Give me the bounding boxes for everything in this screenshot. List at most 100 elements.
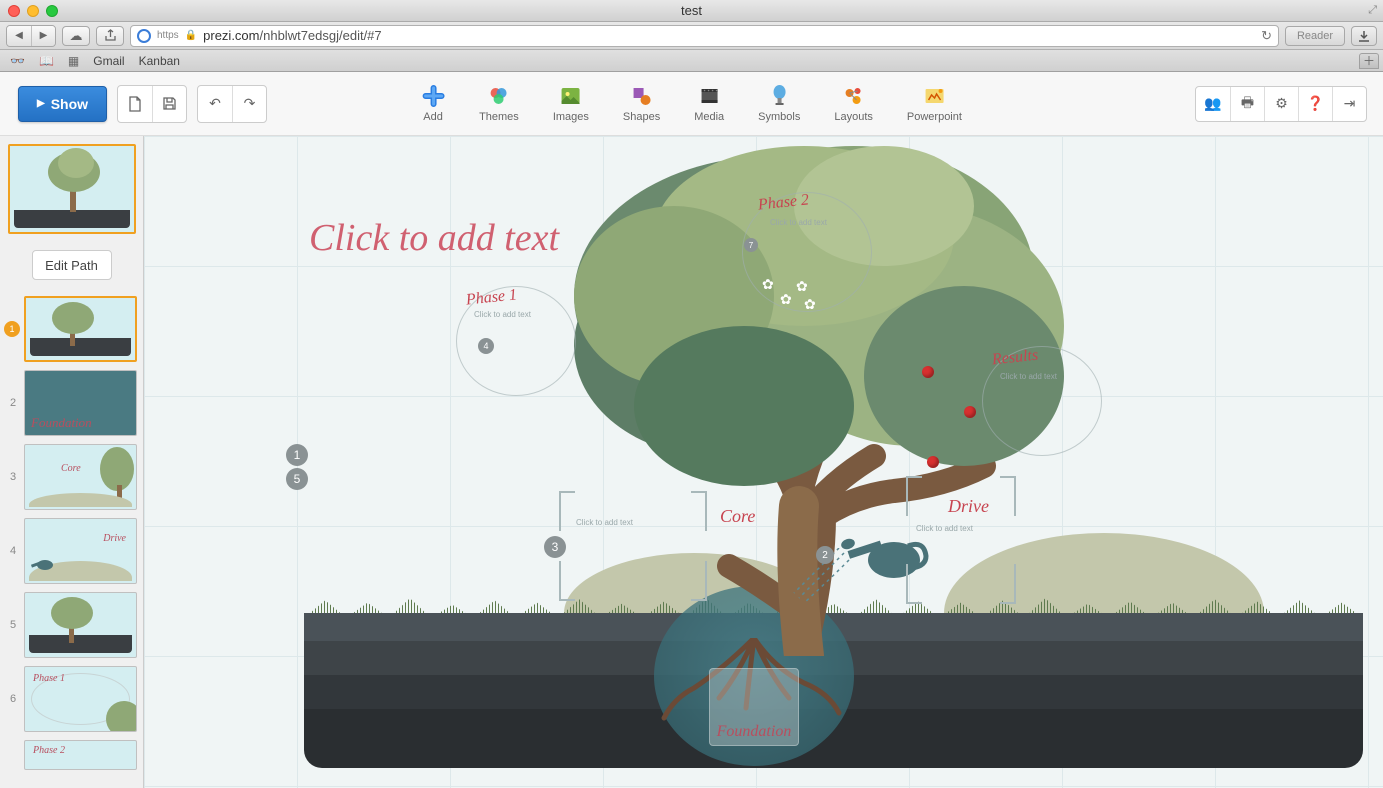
path-number: 3 <box>6 471 20 483</box>
prezi-toolbar: Show ↶ ↷ Add Themes Images Shapes Media <box>0 72 1383 136</box>
share-button[interactable] <box>96 26 124 46</box>
lock-icon: https <box>157 30 179 41</box>
path-sidebar[interactable]: Edit Path 1 1 2 Foundation 3 Core 4 <box>0 136 144 788</box>
collaborators-button[interactable]: 👥 <box>1196 87 1230 121</box>
tool-images-label: Images <box>553 111 589 123</box>
lock-glyph-icon: 🔒 <box>185 30 197 41</box>
step-badge-3[interactable]: 3 <box>544 536 566 558</box>
phase2-prompt[interactable]: Click to add text <box>770 218 827 227</box>
icloud-tabs-button[interactable]: ☁ <box>62 26 90 46</box>
settings-button[interactable]: ⚙ <box>1264 87 1298 121</box>
fullscreen-icon[interactable]: ⤢ <box>1368 4 1377 17</box>
path-step-6[interactable]: 6 Phase 1 <box>6 666 137 732</box>
save-button[interactable] <box>152 86 186 122</box>
path-step-2[interactable]: 2 Foundation <box>6 370 137 436</box>
canvas[interactable]: Foundation ✿ ✿ ✿ <box>144 136 1383 788</box>
topsite-icon[interactable]: ▦ <box>68 54 79 68</box>
bracket <box>906 476 922 516</box>
nav-back-forward: ◀ ▶ <box>6 25 56 47</box>
tool-powerpoint[interactable]: Powerpoint <box>907 84 962 123</box>
foundation-frame[interactable]: Foundation <box>709 668 799 746</box>
bracket <box>1000 564 1016 604</box>
forward-button[interactable]: ▶ <box>31 26 55 46</box>
path-number: 2 <box>6 397 20 409</box>
exit-button[interactable]: ⇥ <box>1332 87 1366 121</box>
new-tab-button[interactable]: ＋ <box>1359 53 1379 69</box>
step-badge-5[interactable]: 5 <box>286 468 308 490</box>
address-field[interactable]: https 🔒 prezi.com/nhblwt7edsgj/edit/#7 ↻ <box>130 25 1279 47</box>
powerpoint-icon <box>922 84 946 108</box>
toolbar-tools: Add Themes Images Shapes Media Symbols L… <box>421 84 962 123</box>
reader-button[interactable]: Reader <box>1285 26 1345 46</box>
main-text-prompt[interactable]: Click to add text <box>309 216 559 260</box>
layouts-icon <box>842 84 866 108</box>
bookmark-kanban[interactable]: Kanban <box>139 54 180 68</box>
tool-symbols[interactable]: Symbols <box>758 84 800 123</box>
tool-layouts-label: Layouts <box>834 111 873 123</box>
main-area: Edit Path 1 1 2 Foundation 3 Core 4 <box>0 136 1383 788</box>
tool-add[interactable]: Add <box>421 84 445 123</box>
bracket <box>559 491 575 531</box>
path-number: 6 <box>6 693 20 705</box>
tool-symbols-label: Symbols <box>758 111 800 123</box>
core-label[interactable]: Core <box>720 506 755 527</box>
results-prompt[interactable]: Click to add text <box>1000 372 1057 381</box>
path-number: 5 <box>6 619 20 631</box>
bracket <box>691 491 707 531</box>
tool-shapes[interactable]: Shapes <box>623 84 660 123</box>
tool-shapes-label: Shapes <box>623 111 660 123</box>
back-button[interactable]: ◀ <box>7 26 31 46</box>
bookmark-gmail[interactable]: Gmail <box>93 54 124 68</box>
tool-themes[interactable]: Themes <box>479 84 519 123</box>
path-step-4[interactable]: 4 Drive <box>6 518 137 584</box>
tool-images[interactable]: Images <box>553 84 589 123</box>
tool-powerpoint-label: Powerpoint <box>907 111 962 123</box>
show-button[interactable]: Show <box>18 86 107 122</box>
path-step-1[interactable]: 1 1 <box>6 296 137 362</box>
step-badge-2[interactable]: 2 <box>816 546 834 564</box>
path-step-7[interactable]: Phase 2 <box>6 740 137 770</box>
drive-prompt[interactable]: Click to add text <box>916 524 973 533</box>
path-step-3[interactable]: 3 Core <box>6 444 137 510</box>
apple-icon <box>964 406 976 418</box>
zoom-window-button[interactable] <box>46 5 58 17</box>
reading-list-icon[interactable]: 👓 <box>10 54 25 68</box>
url-host: prezi.com/nhblwt7edsgj/edit/#7 <box>203 28 382 43</box>
tool-add-label: Add <box>423 111 443 123</box>
bracket <box>559 561 575 601</box>
undo-button[interactable]: ↶ <box>198 86 232 122</box>
tool-media[interactable]: Media <box>694 84 724 123</box>
path-step-5[interactable]: 5 <box>6 592 137 658</box>
minimize-window-button[interactable] <box>27 5 39 17</box>
drive-label[interactable]: Drive <box>948 496 989 517</box>
redo-button[interactable]: ↷ <box>232 86 266 122</box>
toolbar-right: 👥 🖶 ⚙ ❓ ⇥ <box>1195 86 1367 122</box>
help-button[interactable]: ❓ <box>1298 87 1332 121</box>
reload-icon[interactable]: ↻ <box>1261 28 1272 44</box>
downloads-button[interactable] <box>1351 26 1377 46</box>
window-titlebar: test ⤢ <box>0 0 1383 22</box>
bookmarks-icon[interactable]: 📖 <box>39 54 54 68</box>
new-button[interactable] <box>118 86 152 122</box>
step-badge-1[interactable]: 1 <box>286 444 308 466</box>
path-number: 4 <box>6 545 20 557</box>
file-buttons <box>117 85 187 123</box>
apple-icon <box>922 366 934 378</box>
core-prompt[interactable]: Click to add text <box>576 518 633 527</box>
path-badge: 1 <box>4 321 20 337</box>
media-icon <box>697 84 721 108</box>
tool-media-label: Media <box>694 111 724 123</box>
foundation-label: Foundation <box>717 723 792 741</box>
bracket <box>906 564 922 604</box>
close-window-button[interactable] <box>8 5 20 17</box>
step-badge-7[interactable]: 7 <box>744 238 758 252</box>
tool-layouts[interactable]: Layouts <box>834 84 873 123</box>
tool-themes-label: Themes <box>479 111 519 123</box>
step-badge-4[interactable]: 4 <box>478 338 494 354</box>
shapes-icon <box>630 84 654 108</box>
edit-path-button[interactable]: Edit Path <box>32 250 112 280</box>
print-button[interactable]: 🖶 <box>1230 87 1264 121</box>
overview-thumbnail[interactable] <box>8 144 136 234</box>
phase1-prompt[interactable]: Click to add text <box>474 310 531 319</box>
site-identity-icon <box>137 29 151 43</box>
